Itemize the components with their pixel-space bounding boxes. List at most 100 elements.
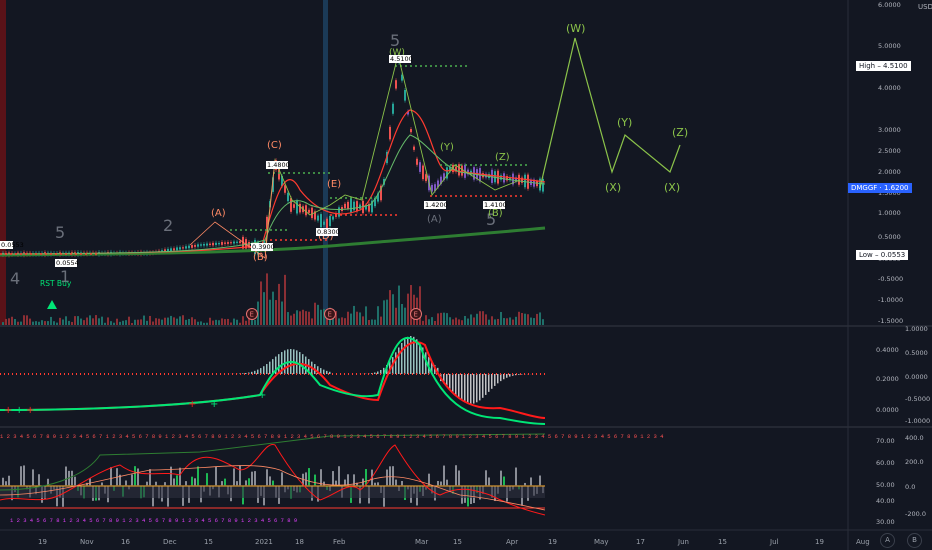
highlight-band-left <box>0 0 6 325</box>
macd-hist-bar <box>488 374 490 392</box>
volume-bar <box>59 317 61 325</box>
volume-bar <box>311 318 313 325</box>
chart-canvas[interactable]: 4 5 1 2 5 5 (A) (B) (C) (D) (E) (W) (A) … <box>0 0 932 550</box>
wave-label-4: 4 <box>10 269 20 288</box>
volume-bar <box>359 312 361 325</box>
volume-bar <box>134 319 136 325</box>
volume-bar <box>197 321 199 325</box>
volume-bar <box>377 306 379 325</box>
high-label: High <box>859 62 876 70</box>
volume-bar <box>188 318 190 325</box>
price-tag: 1.4800 <box>267 161 290 169</box>
earnings-icon[interactable]: E <box>410 308 422 320</box>
volume-bar <box>14 319 16 325</box>
volume-bar <box>239 322 241 325</box>
volume-bar <box>425 315 427 325</box>
time-axis-label: 18 <box>295 538 304 546</box>
time-axis-label: 16 <box>121 538 130 546</box>
osc-axis-label: 200.0 <box>905 458 924 466</box>
volume-bar <box>479 311 481 325</box>
wave-label-2: 2 <box>163 216 173 235</box>
volume-bar <box>158 318 160 325</box>
volume-bar <box>485 314 487 325</box>
volume-bar <box>521 312 523 325</box>
volume-bar <box>17 321 19 325</box>
volume-bar <box>68 320 70 325</box>
volume-bar <box>131 322 133 325</box>
macd-hist-bar <box>269 361 271 374</box>
volume-bar <box>512 319 514 325</box>
osc-bar <box>194 478 196 486</box>
osc-bar <box>530 477 532 486</box>
time-axis-label: Jun <box>677 538 689 546</box>
currency-label: USD <box>918 3 932 11</box>
volume-bar <box>26 315 28 325</box>
volume-bar <box>185 319 187 325</box>
osc-bar <box>500 470 502 486</box>
price-tag: 4.5100 <box>390 55 413 63</box>
wave-label-B: (B) <box>253 252 268 263</box>
projection-label-X1: (X) <box>605 181 621 194</box>
price-tag: 0.0554 <box>56 259 79 267</box>
macd-hist-bar <box>329 371 331 374</box>
volume-bar <box>536 313 538 325</box>
volume-bar <box>221 318 223 325</box>
volume-bar <box>356 311 358 325</box>
projection-label-W: (W) <box>566 22 585 35</box>
macd-hist-bar <box>401 342 403 374</box>
osc-bar <box>392 466 394 486</box>
volume-bar <box>290 315 292 325</box>
volume-bar <box>47 321 49 325</box>
macd-hist-bar <box>449 374 451 389</box>
osc-axis-label: 50.00 <box>876 481 895 489</box>
volume-bar <box>404 307 406 325</box>
price-tag: 0.8300 <box>317 228 340 236</box>
wave-label-A: (A) <box>211 208 226 219</box>
macd-hist-bar <box>518 374 520 375</box>
volume-bar <box>125 320 127 325</box>
volume-bar <box>302 309 304 325</box>
cross-marker: + <box>258 390 266 401</box>
osc-bar <box>89 478 91 486</box>
price-axis-label: 0.5000 <box>878 233 901 241</box>
earnings-icon[interactable]: E <box>246 308 258 320</box>
macd-hist-bar <box>242 373 244 374</box>
volume-bar <box>443 312 445 325</box>
volume-bar <box>383 300 385 325</box>
volume-bar <box>347 311 349 325</box>
volume-bar <box>476 313 478 325</box>
volume-bar <box>35 321 37 325</box>
auto-scale-button[interactable]: A <box>880 533 895 548</box>
volume-bar <box>203 322 205 325</box>
osc-bar <box>110 467 112 486</box>
osc-axis-label: 400.0 <box>905 434 924 442</box>
volume-bar <box>395 307 397 325</box>
volume-bar <box>269 299 271 325</box>
earnings-icon[interactable]: E <box>324 308 336 320</box>
macd-axis-label: 1.0000 <box>905 325 928 333</box>
chart-settings-button[interactable]: B <box>907 533 922 548</box>
volume-bar <box>110 321 112 325</box>
low-label-badge: Low – 0.0553 <box>856 250 909 260</box>
volume-bar <box>170 315 172 325</box>
volume-bar <box>200 321 202 325</box>
macd-hist-bar <box>500 374 502 382</box>
osc-bar <box>458 470 460 486</box>
price-axis-label: -1.0000 <box>878 296 903 304</box>
osc-axis-label: -200.0 <box>905 510 926 518</box>
cross-marker: + <box>210 399 218 410</box>
volume-bar <box>362 316 364 325</box>
osc-bar <box>137 468 139 486</box>
osc-bar <box>488 477 490 486</box>
macd-axis-label: 0.5000 <box>905 349 928 357</box>
volume-bar <box>371 319 373 325</box>
volume-bar <box>533 318 535 325</box>
macd-hist-bar <box>326 370 328 374</box>
volume-bar <box>122 320 124 325</box>
time-axis-label: 19 <box>815 538 824 546</box>
volume-bar <box>374 319 376 325</box>
volume-bar <box>233 318 235 325</box>
price-axis-label: 6.0000 <box>878 1 901 9</box>
osc-axis-label: 30.00 <box>876 518 895 526</box>
osc-axis-label: 0.0 <box>905 483 915 491</box>
